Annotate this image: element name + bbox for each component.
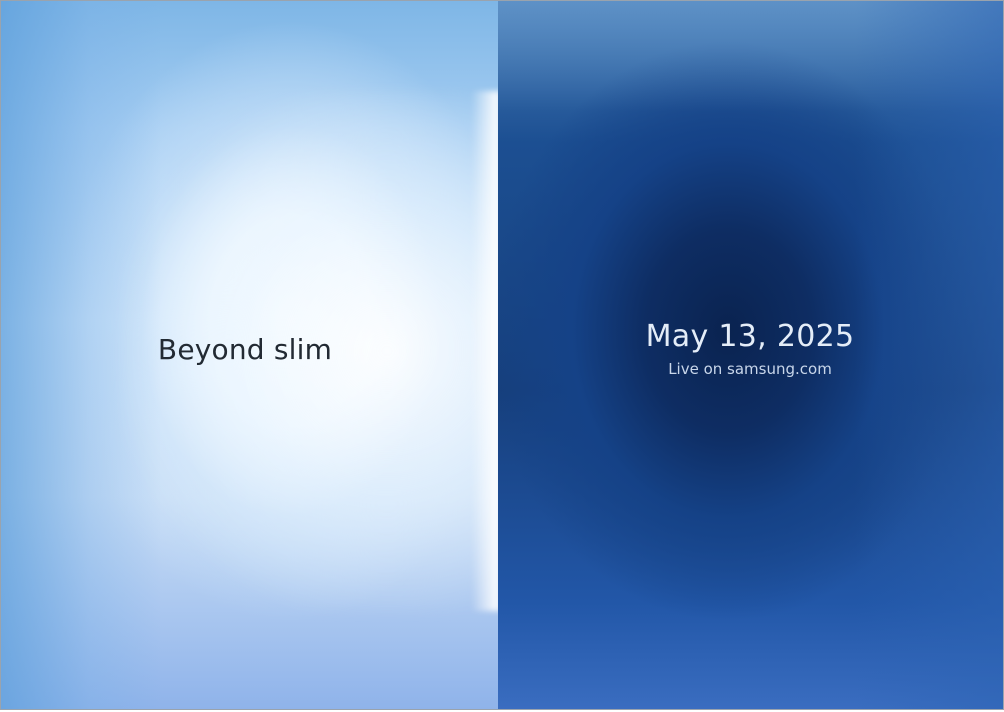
promo-banner: Beyond slim May 13, 2025 Live on samsung… [0, 0, 1004, 710]
right-edge-glow [855, 1, 1003, 709]
right-dark-panel [498, 1, 1003, 709]
livestream-link-text: Live on samsung.com [668, 360, 832, 378]
event-date: May 13, 2025 [645, 319, 855, 354]
tagline: Beyond slim [157, 333, 333, 366]
